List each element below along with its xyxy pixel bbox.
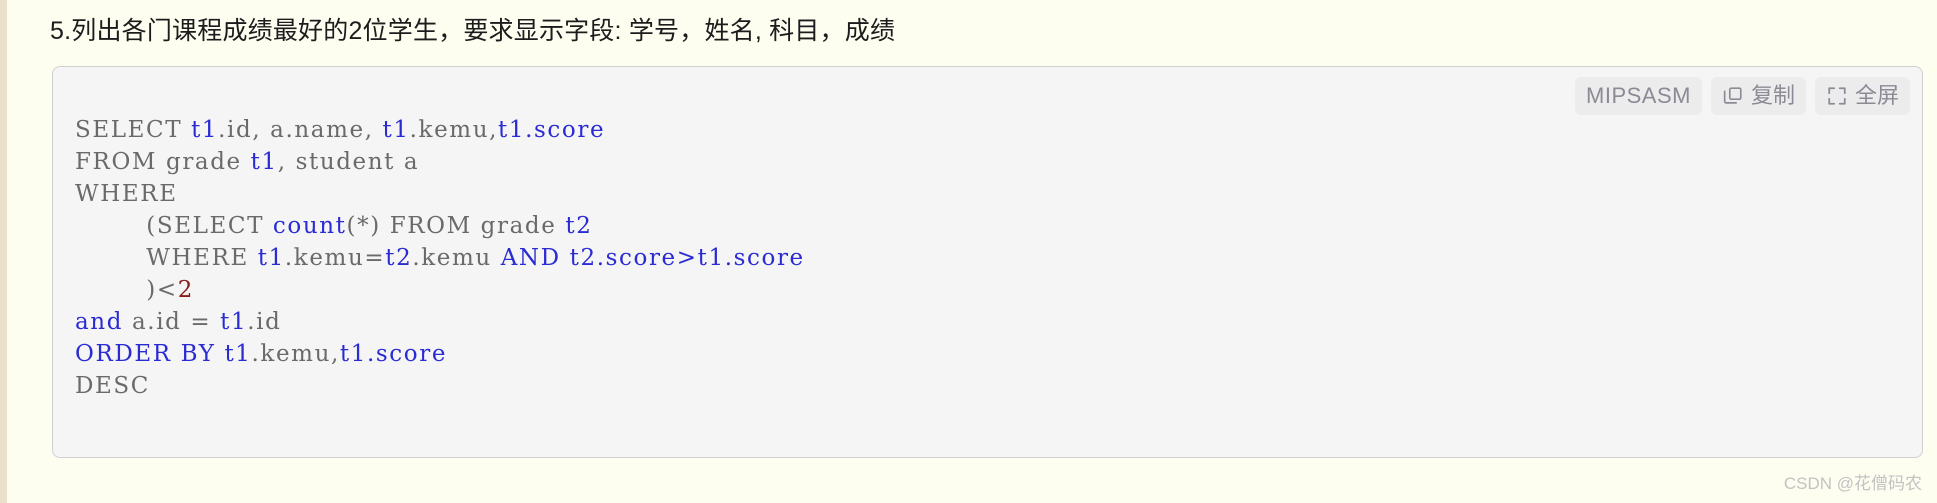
code-token: t1: [250, 149, 278, 175]
code-token: ORDER BY: [75, 341, 216, 367]
code-token: t1.score: [498, 117, 606, 143]
code-line: ORDER BY t1.kemu,t1.score: [75, 338, 805, 370]
code-token: t1: [382, 117, 410, 143]
code-language-label: MIPSASM: [1575, 77, 1702, 115]
code-token: count: [272, 213, 347, 239]
code-token: t1: [191, 117, 219, 143]
code-token: 2: [177, 277, 194, 303]
code-token: DESC: [75, 373, 150, 399]
code-block: MIPSASM 复制 全屏 SELECT t1.id, a.name, t1.k…: [52, 66, 1923, 458]
code-token: t1: [220, 309, 248, 335]
code-token: FROM grade: [75, 149, 251, 175]
code-token: )<: [75, 277, 178, 303]
code-token: .kemu=: [284, 245, 386, 271]
copy-code-label: 复制: [1750, 83, 1795, 108]
code-line: )<2: [75, 274, 805, 306]
watermark: CSDN @花僧码农: [1783, 474, 1922, 493]
code-token: .id: [247, 309, 282, 335]
code-token: (*) FROM grade: [346, 213, 566, 239]
code-token: , student a: [277, 149, 420, 175]
code-token: SELECT: [75, 117, 192, 143]
code-line: DESC: [75, 370, 805, 402]
code-token: t2: [565, 213, 593, 239]
code-line: and a.id = t1.id: [75, 306, 805, 338]
code-token: t1: [224, 341, 252, 367]
fullscreen-button[interactable]: 全屏: [1814, 77, 1910, 115]
code-content[interactable]: SELECT t1.id, a.name, t1.kemu,t1.score FR…: [53, 90, 805, 402]
article-page: 5.列出各门课程成绩最好的2位学生，要求显示字段: 学号，姓名, 科目，成绩 M…: [0, 0, 1937, 503]
page-title: 5.列出各门课程成绩最好的2位学生，要求显示字段: 学号，姓名, 科目，成绩: [50, 17, 896, 45]
code-token: t1: [257, 245, 285, 271]
code-token: .kemu: [412, 245, 501, 271]
copy-code-button[interactable]: 复制: [1710, 77, 1806, 115]
code-token: AND: [500, 245, 561, 271]
code-line: WHERE: [75, 178, 805, 210]
code-line: WHERE t1.kemu=t2.kemu AND t2.score>t1.sc…: [75, 242, 805, 274]
code-token: .kemu,: [251, 341, 340, 367]
fullscreen-icon: [1826, 85, 1848, 107]
code-line: SELECT t1.id, a.name, t1.kemu,t1.score: [75, 114, 805, 146]
code-token: .id, a.name,: [218, 117, 383, 143]
code-token: WHERE: [75, 245, 258, 271]
code-token: WHERE: [75, 181, 178, 207]
code-token: .kemu,: [409, 117, 499, 143]
copy-icon: [1722, 85, 1744, 107]
code-token: (SELECT: [75, 213, 273, 239]
code-block-toolbar: MIPSASM 复制 全屏: [1575, 77, 1910, 115]
code-token: t2: [385, 245, 413, 271]
code-line: (SELECT count(*) FROM grade t2: [75, 210, 805, 242]
code-token: a.id =: [123, 309, 221, 335]
code-language-text: MIPSASM: [1586, 83, 1691, 108]
code-token: and: [75, 309, 124, 335]
code-token: t2.score>t1.score: [569, 245, 805, 271]
fullscreen-label: 全屏: [1854, 83, 1899, 108]
code-token: t1.score: [339, 341, 448, 367]
code-line: FROM grade t1, student a: [75, 146, 805, 178]
